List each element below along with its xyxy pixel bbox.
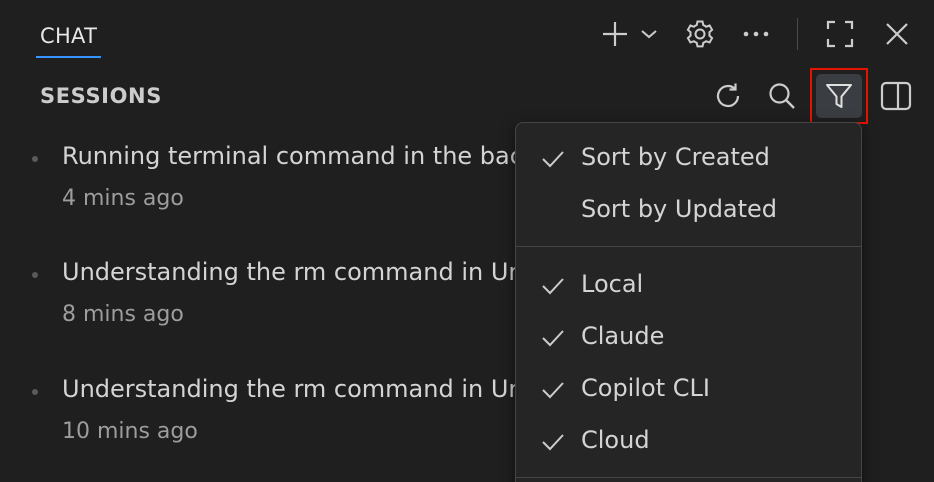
filter-button[interactable] (810, 68, 868, 124)
maximize-button[interactable] (822, 16, 858, 52)
session-item[interactable]: Understanding the rm command in Unix 8 m… (30, 258, 520, 348)
session-title: Understanding the rm command in Unix (62, 258, 520, 286)
chat-panel: CHAT SESSIONS Running terminal command i… (0, 0, 934, 482)
toggle-sidebar-button[interactable] (878, 78, 914, 114)
close-icon (886, 23, 908, 45)
check-icon (542, 330, 564, 347)
menu-item-sort-by-created[interactable]: Sort by Created (516, 136, 861, 182)
filter-menu: Sort by Created Sort by Updated Local Cl… (515, 122, 862, 482)
ellipsis-icon (743, 31, 769, 37)
session-item[interactable]: Understanding the rm command in Unix 10 … (30, 375, 520, 465)
session-item[interactable]: Running terminal command in the backgrou… (30, 142, 520, 232)
session-time: 4 mins ago (62, 186, 184, 211)
bullet-icon (32, 156, 38, 162)
check-icon (542, 434, 564, 451)
menu-item-copilot-cli[interactable]: Copilot CLI (516, 367, 861, 413)
check-icon (542, 382, 564, 399)
menu-item-local[interactable]: Local (516, 263, 861, 309)
session-time: 8 mins ago (62, 302, 184, 327)
toggle-sidebar-icon (880, 81, 912, 111)
refresh-button[interactable] (710, 78, 746, 114)
check-icon (542, 151, 564, 168)
session-title: Running terminal command in the backgrou… (62, 142, 520, 170)
menu-item-sort-by-updated[interactable]: Sort by Updated (516, 188, 861, 234)
header-separator (797, 18, 798, 50)
session-time: 10 mins ago (62, 419, 198, 444)
more-actions-button[interactable] (739, 18, 773, 50)
menu-separator (516, 477, 861, 478)
bullet-icon (32, 389, 38, 395)
menu-item-label: Copilot CLI (581, 374, 710, 402)
menu-item-label: Local (581, 270, 644, 298)
menu-item-label: Sort by Updated (581, 195, 778, 223)
gear-icon (686, 20, 714, 48)
menu-item-label: Cloud (581, 426, 650, 454)
settings-button[interactable] (682, 16, 718, 52)
tab-chat[interactable]: CHAT (36, 20, 102, 58)
search-icon (769, 83, 795, 109)
menu-item-label: Sort by Created (581, 143, 770, 171)
refresh-icon (716, 83, 740, 108)
menu-separator (516, 246, 861, 247)
menu-item-claude[interactable]: Claude (516, 315, 861, 361)
check-icon (542, 278, 564, 295)
new-chat-dropdown-button[interactable] (638, 22, 660, 46)
new-chat-button[interactable] (597, 18, 633, 50)
sessions-title: SESSIONS (40, 84, 162, 108)
chevron-down-icon (641, 30, 657, 39)
menu-item-label: Claude (581, 322, 665, 350)
filter-icon (826, 84, 852, 108)
filter-button-highlight (816, 74, 862, 118)
session-title: Understanding the rm command in Unix (62, 375, 520, 403)
close-button[interactable] (879, 16, 915, 52)
search-button[interactable] (764, 78, 800, 114)
maximize-icon (826, 20, 854, 48)
bullet-icon (32, 272, 38, 278)
plus-icon (603, 22, 627, 46)
menu-item-cloud[interactable]: Cloud (516, 419, 861, 465)
